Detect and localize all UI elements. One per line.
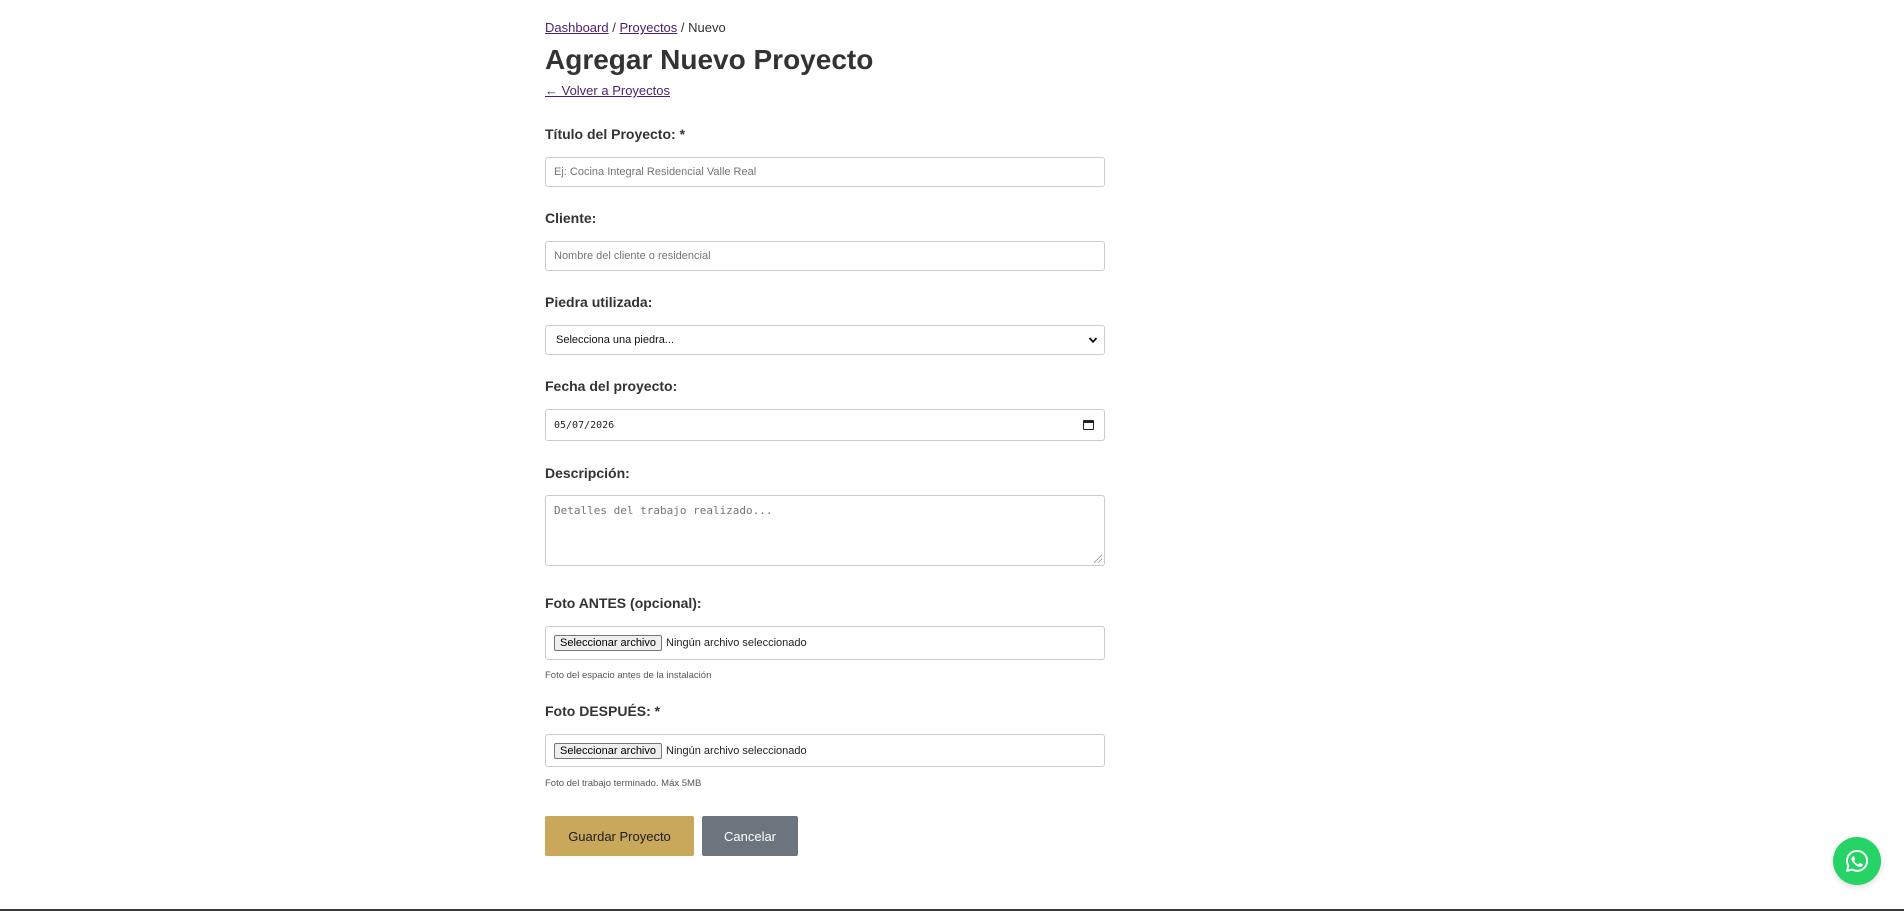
date-label: Fecha del proyecto: xyxy=(545,378,678,394)
resize-grip-icon[interactable] xyxy=(1094,555,1102,563)
whatsapp-icon xyxy=(1845,849,1869,872)
stone-select-value: Selecciona una piedra... xyxy=(556,334,675,346)
project-title-input[interactable]: Ej: Cocina Integral Residencial Valle Re… xyxy=(545,157,1105,187)
date-value: 05/07/2026 xyxy=(554,419,615,431)
page-title: Agregar Nuevo Proyecto xyxy=(545,44,874,75)
photo-after-select-button[interactable]: Seleccionar archivo xyxy=(554,742,662,759)
photo-after-file-input[interactable]: Seleccionar archivo Ningún archivo selec… xyxy=(545,734,1105,767)
breadcrumb-separator: / xyxy=(612,20,616,35)
client-placeholder: Nombre del cliente o residencial xyxy=(554,250,711,262)
breadcrumb-link-proyectos[interactable]: Proyectos xyxy=(619,20,677,35)
calendar-icon[interactable] xyxy=(1083,420,1094,430)
project-title-placeholder: Ej: Cocina Integral Residencial Valle Re… xyxy=(554,166,757,178)
chevron-down-icon xyxy=(1088,337,1098,344)
photo-before-select-button[interactable]: Seleccionar archivo xyxy=(554,635,662,651)
photo-before-status: Ningún archivo seleccionado xyxy=(666,637,807,649)
photo-before-label: Foto ANTES (opcional): xyxy=(545,595,702,611)
description-textarea[interactable]: Detalles del trabajo realizado... xyxy=(545,495,1105,566)
photo-after-status: Ningún archivo seleccionado xyxy=(666,744,807,757)
date-input[interactable]: 05/07/2026 xyxy=(545,409,1105,441)
cancel-button[interactable]: Cancelar xyxy=(702,816,798,856)
photo-after-help: Foto del trabajo terminado. Máx 5MB xyxy=(545,778,702,789)
photo-after-label: Foto DESPUÉS: * xyxy=(545,703,661,719)
client-label: Cliente: xyxy=(545,210,597,226)
save-project-button[interactable]: Guardar Proyecto xyxy=(545,816,694,856)
photo-before-file-input[interactable]: Seleccionar archivo Ningún archivo selec… xyxy=(545,626,1105,660)
breadcrumb-link-dashboard[interactable]: Dashboard xyxy=(545,20,609,35)
breadcrumb: Dashboard / Proyectos / Nuevo xyxy=(545,20,726,35)
breadcrumb-current: Nuevo xyxy=(688,20,726,35)
photo-before-help: Foto del espacio antes de la instalación xyxy=(545,670,712,681)
stone-select[interactable]: Selecciona una piedra... xyxy=(545,325,1105,355)
back-to-projects-link[interactable]: ← Volver a Proyectos xyxy=(545,83,670,98)
project-title-label: Título del Proyecto: * xyxy=(545,126,686,142)
stone-label: Piedra utilizada: xyxy=(545,294,653,310)
client-input[interactable]: Nombre del cliente o residencial xyxy=(545,241,1105,271)
description-label: Descripción: xyxy=(545,465,630,481)
description-placeholder: Detalles del trabajo realizado... xyxy=(554,504,773,517)
whatsapp-button[interactable] xyxy=(1833,837,1881,885)
breadcrumb-separator: / xyxy=(680,20,685,35)
